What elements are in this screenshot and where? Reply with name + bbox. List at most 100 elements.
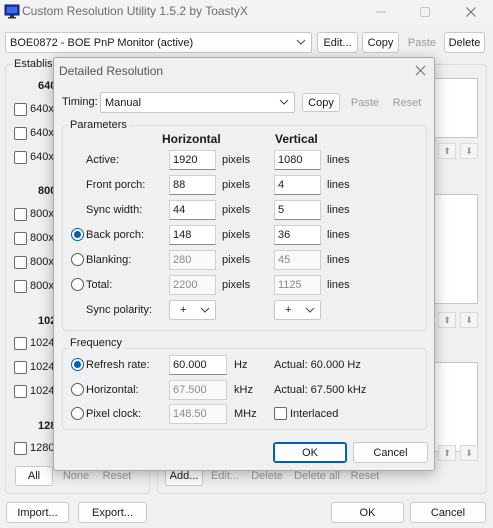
h-back-porch-input[interactable]: 148 [169, 225, 216, 245]
res-checkbox[interactable] [14, 127, 27, 140]
detailed-list-3[interactable] [434, 362, 478, 452]
delete-monitor-button[interactable]: Delete [444, 32, 485, 53]
res-checkbox[interactable] [14, 256, 27, 269]
res-label: 800x [30, 232, 54, 244]
v-sync-polarity-select[interactable]: + [274, 300, 321, 320]
blanking-radio[interactable] [71, 253, 84, 266]
total-label: Total: [86, 279, 113, 291]
refresh-rate-input[interactable]: 60.000 [169, 355, 227, 375]
dialog-title: Detailed Resolution [59, 64, 164, 78]
h-blanking-input[interactable]: 280 [169, 250, 216, 270]
pixels-unit: pixels [222, 204, 251, 216]
res-label: 1024 [30, 361, 55, 373]
pixels-unit: pixels [222, 154, 251, 166]
move-down-button[interactable]: ⬇ [460, 312, 478, 328]
dialog-ok-button[interactable]: OK [273, 442, 347, 463]
back-porch-label: Back porch: [86, 229, 145, 241]
move-up-button[interactable]: ⬆ [438, 312, 456, 328]
chevron-down-icon [296, 39, 306, 45]
res-checkbox[interactable] [14, 442, 27, 455]
horizontal-freq-label: Horizontal: [86, 384, 139, 396]
dialog-cancel-button[interactable]: Cancel [353, 442, 428, 463]
h-sync-polarity-value: + [180, 304, 187, 316]
res-label: 800x [30, 280, 54, 292]
pixels-unit: pixels [222, 229, 251, 241]
move-up-button[interactable]: ⬆ [438, 445, 456, 461]
minimize-icon[interactable] [375, 6, 387, 18]
h-front-porch-input[interactable]: 88 [169, 175, 216, 195]
timing-select[interactable]: Manual [100, 92, 295, 113]
horizontal-freq-radio[interactable] [71, 383, 84, 396]
res-checkbox[interactable] [14, 208, 27, 221]
horizontal-freq-unit: kHz [234, 384, 253, 396]
lines-unit: lines [327, 179, 350, 191]
timing-reset-button[interactable]: Reset [388, 93, 426, 112]
blanking-label: Blanking: [86, 254, 132, 266]
monitor-select[interactable]: BOE0872 - BOE PnP Monitor (active) [5, 32, 312, 53]
sync-width-label: Sync width: [86, 204, 143, 216]
pixel-clock-radio[interactable] [71, 407, 84, 420]
maximize-icon[interactable] [419, 6, 431, 18]
res-checkbox[interactable] [14, 385, 27, 398]
res-checkbox[interactable] [14, 232, 27, 245]
app-monitor-icon [4, 4, 20, 19]
pixel-clock-unit: MHz [234, 408, 257, 420]
v-back-porch-input[interactable]: 36 [274, 225, 321, 245]
copy-monitor-button[interactable]: Copy [362, 32, 399, 53]
res-label: 1024 [30, 385, 55, 397]
total-radio[interactable] [71, 278, 84, 291]
established-group-title: Establis [12, 58, 55, 70]
chevron-down-icon [279, 99, 289, 105]
cancel-button[interactable]: Cancel [410, 502, 486, 523]
res-checkbox[interactable] [14, 337, 27, 350]
paste-monitor-button[interactable]: Paste [403, 32, 441, 53]
arrow-down-icon: ⬇ [465, 447, 473, 458]
timing-paste-button[interactable]: Paste [345, 93, 385, 112]
front-porch-label: Front porch: [86, 179, 146, 191]
back-porch-radio[interactable] [71, 228, 84, 241]
arrow-down-icon: ⬇ [465, 145, 473, 156]
select-all-button[interactable]: All [15, 466, 53, 486]
export-button[interactable]: Export... [78, 502, 147, 523]
title-bar: Custom Resolution Utility 1.5.2 by Toast… [0, 0, 493, 24]
window-title: Custom Resolution Utility 1.5.2 by Toast… [22, 4, 248, 18]
close-icon[interactable] [465, 6, 477, 18]
detailed-list-1[interactable] [434, 78, 478, 138]
dialog-close-icon[interactable] [415, 65, 426, 76]
v-front-porch-input[interactable]: 4 [274, 175, 321, 195]
move-down-button[interactable]: ⬇ [460, 445, 478, 461]
v-blanking-input[interactable]: 45 [274, 250, 321, 270]
import-button[interactable]: Import... [6, 502, 69, 523]
res-label: 1280 [30, 442, 55, 454]
move-up-button[interactable]: ⬆ [438, 143, 456, 159]
horizontal-freq-input[interactable]: 67.500 [169, 380, 227, 400]
res-checkbox[interactable] [14, 361, 27, 374]
arrow-up-icon: ⬆ [443, 145, 451, 156]
interlaced-checkbox[interactable] [274, 407, 287, 420]
horizontal-header: Horizontal [162, 132, 221, 146]
edit-monitor-button[interactable]: Edit... [317, 32, 358, 53]
pixels-unit: pixels [222, 179, 251, 191]
v-total-input[interactable]: 1125 [274, 275, 321, 295]
detailed-list-2[interactable] [434, 194, 478, 304]
ok-button[interactable]: OK [331, 502, 404, 523]
res-checkbox[interactable] [14, 103, 27, 116]
move-down-button[interactable]: ⬇ [460, 143, 478, 159]
frequency-group-title: Frequency [68, 337, 124, 349]
res-label: 640x [30, 151, 54, 163]
refresh-rate-radio[interactable] [71, 358, 84, 371]
refresh-rate-actual: Actual: 60.000 Hz [274, 359, 361, 371]
h-sync-width-input[interactable]: 44 [169, 200, 216, 220]
h-active-input[interactable]: 1920 [169, 150, 216, 170]
timing-copy-button[interactable]: Copy [302, 93, 340, 112]
lines-unit: lines [327, 254, 350, 266]
res-checkbox[interactable] [14, 151, 27, 164]
lines-unit: lines [327, 154, 350, 166]
res-checkbox[interactable] [14, 280, 27, 293]
h-sync-polarity-select[interactable]: + [169, 300, 216, 320]
pixel-clock-input[interactable]: 148.50 [169, 404, 227, 424]
v-active-input[interactable]: 1080 [274, 150, 321, 170]
v-sync-polarity-value: + [285, 304, 292, 316]
v-sync-width-input[interactable]: 5 [274, 200, 321, 220]
h-total-input[interactable]: 2200 [169, 275, 216, 295]
